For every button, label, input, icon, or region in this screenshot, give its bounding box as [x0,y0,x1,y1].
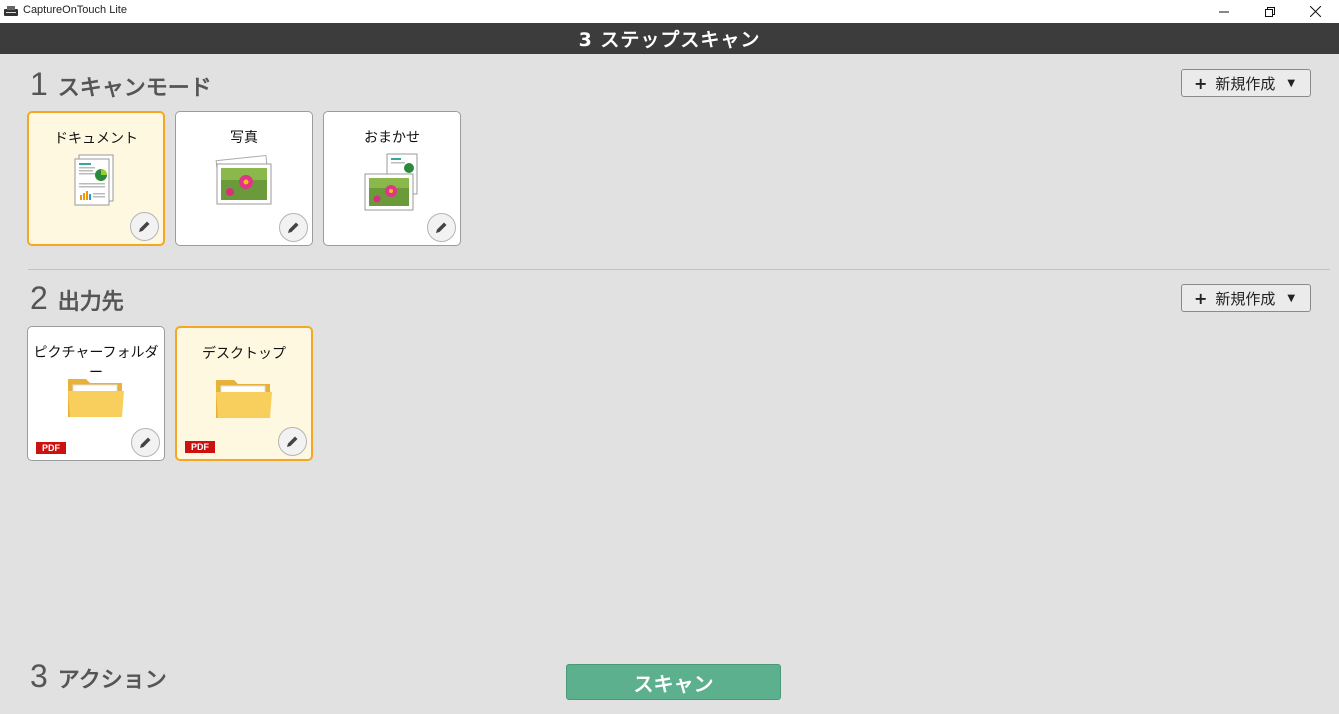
step-number: 3 [30,658,48,694]
step-number: 2 [30,280,48,316]
output-destination-heading: 2 出力先 [30,280,124,317]
card-label: ドキュメント [54,131,138,147]
minimize-icon [1219,11,1229,12]
edit-button[interactable] [131,428,160,457]
step-label: スキャンモード [57,76,212,101]
new-scan-mode-button[interactable]: + 新規作成 ▼ [1181,69,1311,97]
destination-card-picture-folder[interactable]: ピクチャーフォルダー PDF [27,326,165,461]
folder-icon [68,379,124,417]
card-label: 写真 [230,130,258,146]
card-label: デスクトップ [202,346,286,362]
pencil-icon [436,222,447,233]
card-label: おまかせ [364,130,420,146]
close-button[interactable] [1292,0,1338,23]
close-icon [1309,6,1321,17]
edit-button[interactable] [279,213,308,242]
step-label: 出力先 [57,290,124,315]
step-number: 1 [30,66,48,102]
new-button-label: 新規作成 [1215,289,1276,308]
new-destination-button[interactable]: + 新規作成 ▼ [1181,284,1311,312]
caret-down-icon: ▼ [1287,292,1296,304]
pdf-badge: PDF [36,442,66,454]
destination-card-desktop[interactable]: デスクトップ PDF [175,326,313,461]
document-icon [74,154,114,206]
step-label: アクション [57,668,167,693]
pencil-icon [287,436,298,447]
scan-mode-card-auto[interactable]: おまかせ [323,111,461,246]
header-bar: 3 ステップスキャン [0,23,1339,54]
photo-icon [215,154,272,205]
pencil-icon [140,437,151,448]
pencil-icon [288,222,299,233]
window-titlebar: CaptureOnTouch Lite [0,0,1339,23]
scanner-app-icon [4,6,18,16]
restore-button[interactable] [1247,0,1293,23]
action-heading: 3 アクション [30,658,167,695]
plus-icon: + [1194,288,1208,308]
caret-down-icon: ▼ [1287,77,1296,89]
minimize-button[interactable] [1201,0,1247,23]
plus-icon: + [1194,73,1208,93]
app-title: CaptureOnTouch Lite [23,4,127,16]
section-divider [28,269,1330,270]
folder-icon [216,380,272,418]
page-title: 3 ステップスキャン [578,29,761,51]
scan-mode-card-document[interactable]: ドキュメント [27,111,165,246]
scan-mode-heading: 1 スキャンモード [30,66,212,103]
edit-button[interactable] [278,427,307,456]
scan-button[interactable]: スキャン [566,664,781,700]
auto-icon [364,153,418,211]
new-button-label: 新規作成 [1215,74,1276,93]
edit-button[interactable] [427,213,456,242]
pencil-icon [139,221,150,232]
edit-button[interactable] [130,212,159,241]
pdf-badge: PDF [185,441,215,453]
scan-mode-card-photo[interactable]: 写真 [175,111,313,246]
restore-icon [1265,6,1275,17]
